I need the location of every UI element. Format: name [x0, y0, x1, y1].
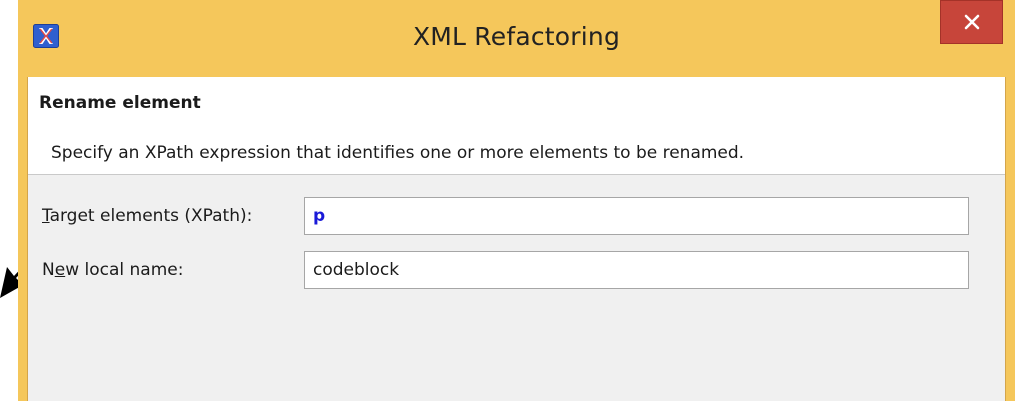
- close-icon: [964, 14, 980, 30]
- xml-refactoring-dialog: XML Refactoring Rename element Specify a…: [18, 0, 1015, 401]
- newname-label-mnemonic: e: [54, 260, 66, 280]
- target-label-mnemonic: T: [42, 206, 50, 226]
- dialog-header: Rename element Specify an XPath expressi…: [28, 77, 1005, 175]
- target-label-text: arget elements (XPath):: [49, 206, 253, 226]
- close-button[interactable]: [940, 0, 1003, 44]
- new-local-name-label: New local name:: [42, 260, 183, 280]
- xpath-value: p: [313, 206, 326, 226]
- page-description: Specify an XPath expression that identif…: [51, 143, 745, 163]
- new-local-name-input[interactable]: codeblock: [304, 251, 969, 289]
- newname-label-text: w local name:: [65, 260, 184, 280]
- new-local-name-value: codeblock: [313, 260, 400, 280]
- screenshot-stage: XML Refactoring Rename element Specify a…: [0, 0, 1015, 401]
- target-elements-label: Target elements (XPath):: [42, 206, 252, 226]
- window-title: XML Refactoring: [412, 22, 621, 51]
- target-elements-xpath-input[interactable]: p: [304, 197, 969, 235]
- newname-label-prefix: N: [42, 260, 55, 280]
- title-bar[interactable]: XML Refactoring: [18, 0, 1015, 77]
- page-title: Rename element: [39, 93, 201, 113]
- form-panel: Target elements (XPath): p New local nam…: [28, 175, 1005, 401]
- dialog-content: Rename element Specify an XPath expressi…: [27, 77, 1006, 401]
